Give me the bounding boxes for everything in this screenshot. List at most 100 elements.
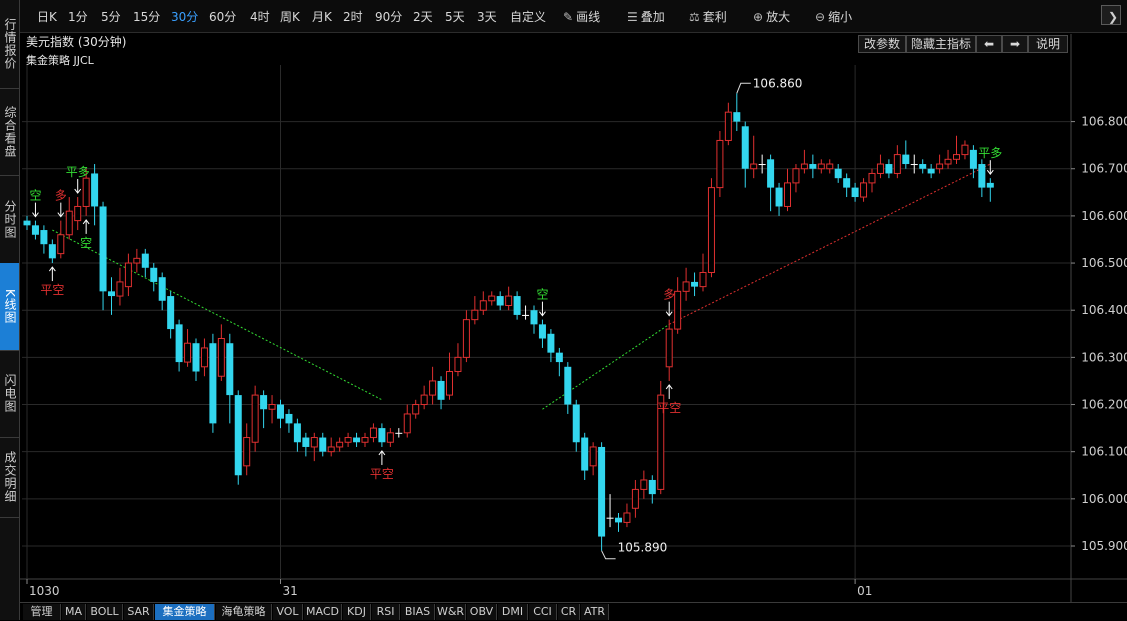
indicator-tab-2[interactable]: MA [62,604,86,620]
candle-body-up [589,446,597,467]
indicator-tab-17[interactable]: ATR [581,604,609,620]
tab-quotes[interactable]: 行情报价 [0,0,19,89]
indicator-tab-12[interactable]: W&R [436,604,466,620]
candle-body-up [716,139,724,189]
candle-body-up [412,404,420,415]
tab-overview[interactable]: 综合看盘 [0,88,19,176]
tab-timeshare[interactable]: 分时图 [0,175,19,264]
left-vertical-tabs: 行情报价 综合看盘 分时图 K线图 闪电图 成交明细 [0,0,20,620]
period-14[interactable]: 3天 [477,8,497,25]
kline-chart[interactable]: 美元指数 (30分钟) 集金策略 JJCL 105.900 106.000 106.10… [20,32,1127,602]
candle-body-up [826,163,834,170]
candle-body-down [615,517,622,523]
candle-body-down [23,220,31,226]
candle-body-up [454,356,462,373]
indicator-tab-16[interactable]: CR [558,604,580,620]
tab-kline[interactable]: K线图 [0,263,19,351]
candle-body-down [733,112,741,122]
trend-line [542,323,670,410]
indicator-tab-9[interactable]: KDJ [343,604,371,620]
period-4[interactable]: 15分 [133,8,160,25]
candle-body-down [843,178,851,188]
period-3[interactable]: 5分 [101,8,121,25]
candle-body-down [40,230,48,245]
candle-body-down [530,310,538,325]
candle-body-up [488,295,496,302]
toolbar-scroll-right-button[interactable]: ❯ [1101,5,1121,25]
candle-body-down [175,324,183,363]
prev-indicator-button[interactable]: ⬅ [976,35,1002,53]
next-indicator-button[interactable]: ➡ [1002,35,1028,53]
candle-body-up [876,163,884,174]
signal-label: 平空 [40,283,64,297]
period-1[interactable]: 日K [37,8,57,25]
candle-body-down [691,281,699,287]
candle-body-down [302,437,310,447]
signal-label: 平空 [370,467,394,481]
indicator-tab-5[interactable]: 集金策略 [155,604,215,620]
y-tick-label: 106.000 [1081,492,1127,506]
candle-body-down [767,159,775,188]
date-label: 31 [283,584,298,598]
indicator-tab-7[interactable]: VOL [273,604,303,620]
tool-arbitrage-button[interactable]: ⚖ 套利 [689,8,727,25]
tab-trades[interactable]: 成交明细 [0,437,19,518]
indicator-tab-11[interactable]: BIAS [401,604,435,620]
period-2[interactable]: 1分 [68,8,88,25]
period-12[interactable]: 2天 [413,8,433,25]
period-11[interactable]: 90分 [375,8,402,25]
candle-body-down [885,164,893,174]
indicator-tab-4[interactable]: SAR [124,604,154,620]
candle-body-up [665,328,673,368]
period-7[interactable]: 4时 [250,8,270,25]
candle-body-up [462,319,470,358]
period-8[interactable]: 周K [280,8,300,25]
indicator-tab-6[interactable]: 海龟策略 [216,604,272,620]
candle-body-up [386,432,394,443]
signal-label: 平空 [657,401,681,415]
change-params-button[interactable]: 改参数 [858,35,906,53]
candle-body-up [57,234,65,255]
candle-body-down [31,225,39,235]
indicator-tab-8[interactable]: MACD [304,604,342,620]
help-button[interactable]: 说明 [1028,35,1068,53]
candle-body-down [969,149,977,169]
tool-pencil-button[interactable]: ✎ 画线 [563,8,600,25]
candle-body-down [538,324,546,339]
period-5[interactable]: 30分 [171,8,198,25]
indicator-tab-14[interactable]: DMI [498,604,528,620]
tool-zoom-out-button[interactable]: ⊖ 缩小 [815,8,852,25]
period-6[interactable]: 60分 [209,8,236,25]
tool-zoom-in-button[interactable]: ⊕ 放大 [753,8,790,25]
candle-body-up [944,158,952,165]
candle-body-down [158,277,166,301]
candle-body-down [285,413,293,424]
candle-body-down [978,164,986,188]
indicator-tab-10[interactable]: RSI [372,604,400,620]
tool-label: 画线 [576,10,601,24]
indicator-tab-13[interactable]: OBV [467,604,497,620]
indicator-tab-3[interactable]: BOLL [87,604,123,620]
candle-body-down [547,333,555,353]
period-10[interactable]: 2时 [343,8,363,25]
tab-lightning[interactable]: 闪电图 [0,350,19,438]
candle-body-up [724,111,732,141]
candle-body-down [927,168,935,174]
candle-body-up [344,437,352,443]
candle-body-up [860,182,868,198]
indicator-tab-1[interactable]: 管理 [23,604,61,620]
y-tick-label: 106.800 [1081,115,1127,129]
candle-body-down [851,187,859,198]
tool-label: 放大 [766,10,791,24]
candle-body-down [902,154,910,165]
period-13[interactable]: 5天 [445,8,465,25]
period-15[interactable]: 自定义 [510,8,546,25]
candle-body-up [133,257,141,264]
indicator-tab-15[interactable]: CCI [529,604,557,620]
candle-body-up [479,300,487,311]
hide-main-indicator-button[interactable]: 隐藏主指标 [906,35,976,53]
period-9[interactable]: 月K [312,8,332,25]
tool-layers-button[interactable]: ☰ 叠加 [627,8,665,25]
candle-body-down [260,395,268,410]
candle-body-down [192,343,200,372]
